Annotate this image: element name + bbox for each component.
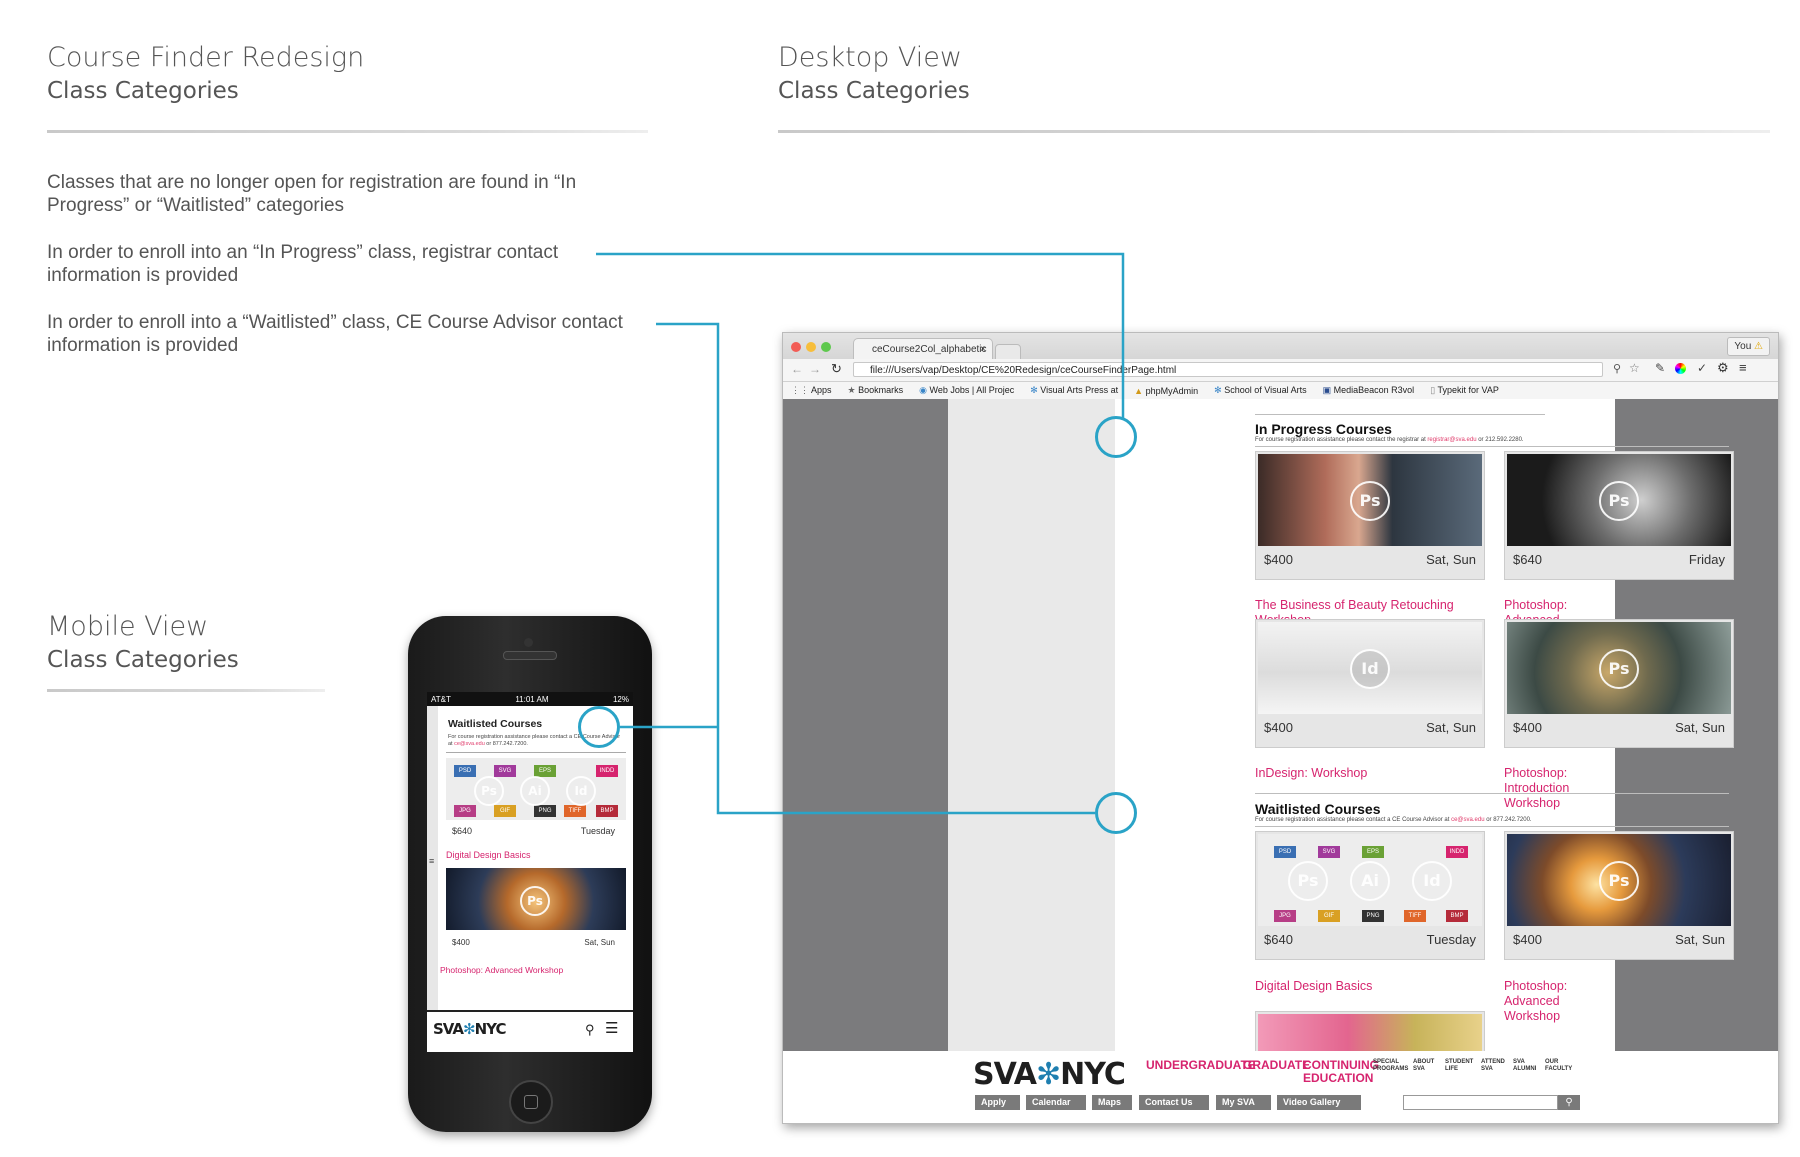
callout-connector-lines: [596, 252, 1125, 815]
waitlisted-connector: [656, 322, 1095, 815]
in-progress-connector: [596, 252, 1125, 419]
